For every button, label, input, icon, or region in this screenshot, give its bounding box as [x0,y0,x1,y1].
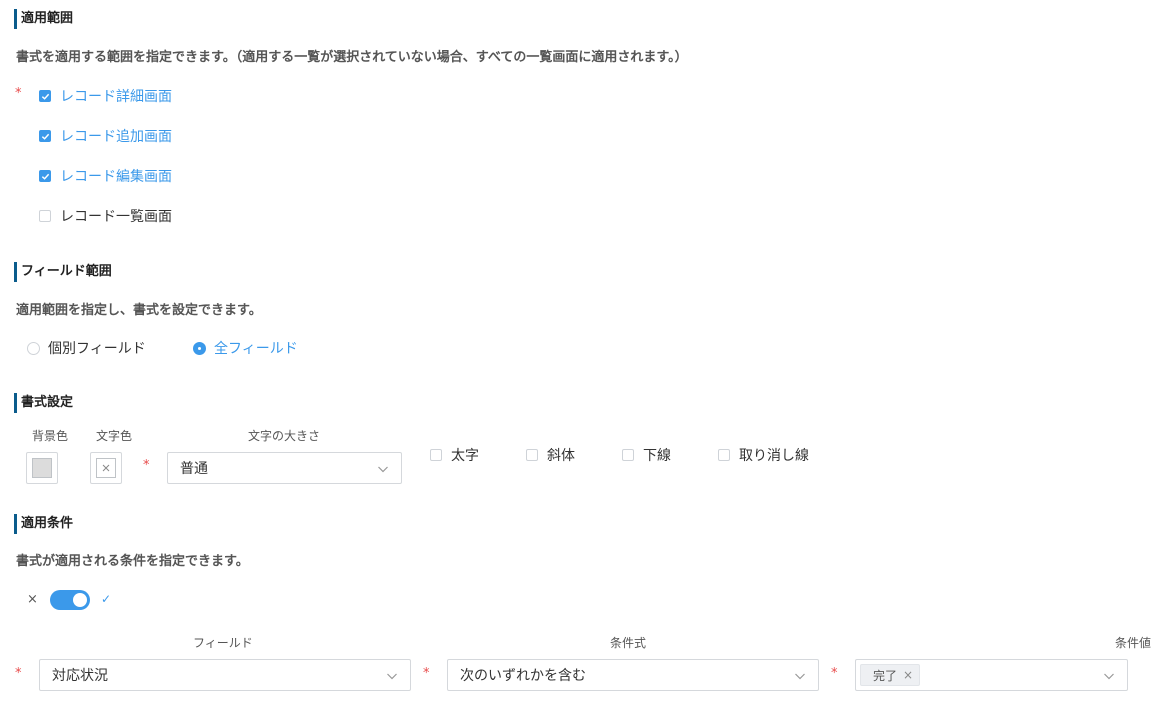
checkbox-unchecked-icon[interactable] [622,449,634,461]
chevron-down-icon [387,673,397,680]
checkbox-checked-icon[interactable] [39,130,51,142]
field-scope-title: フィールド範囲 [14,262,112,282]
checkbox-bold[interactable]: 太字 [430,445,479,465]
apply-scope-title: 適用範囲 [14,9,73,29]
chevron-down-icon [1104,673,1114,680]
toggle-on-icon: ✓ [101,592,112,606]
checkbox-unchecked-icon[interactable] [526,449,538,461]
required-mark: * [15,666,22,681]
checkbox-unchecked-icon[interactable] [39,210,51,222]
checkbox-label: 太字 [451,448,479,464]
checkbox-label: レコード詳細画面 [60,89,172,105]
tag-remove-icon[interactable]: × [903,668,913,682]
apply-scope-description: 書式を適用する範囲を指定できます。（適用する一覧が選択されていない場合、すべての… [16,50,688,65]
no-color-icon [96,458,116,478]
checkbox-italic[interactable]: 斜体 [526,445,575,465]
color-swatch [32,458,52,478]
radio-all-fields[interactable]: 全フィールド [193,338,298,358]
required-mark: * [15,86,22,101]
condition-value-select[interactable]: 完了 × [855,659,1128,691]
radio-individual-field[interactable]: 個別フィールド [27,338,146,358]
required-mark: * [423,666,430,681]
font-size-value: 普通 [180,461,208,477]
value-tag: 完了 × [860,664,921,686]
checkbox-checked-icon[interactable] [39,90,51,102]
font-size-label: 文字の大きさ [248,429,321,443]
checkbox-label: 取り消し線 [739,448,809,464]
field-scope-description: 適用範囲を指定し、書式を設定できます。 [16,303,262,318]
radio-label: 全フィールド [214,341,298,357]
background-color-label: 背景色 [32,429,69,443]
radio-unselected-icon[interactable] [27,341,40,355]
toggle-off-icon: × [27,592,38,607]
checkbox-strikethrough[interactable]: 取り消し線 [718,445,809,465]
background-color-picker[interactable] [26,452,58,484]
checkbox-record-edit[interactable]: レコード編集画面 [39,166,172,186]
radio-selected-icon[interactable] [193,341,206,355]
checkbox-unchecked-icon[interactable] [718,449,730,461]
font-size-select[interactable]: 普通 [167,452,402,484]
text-color-label: 文字色 [96,429,133,443]
value-column-label: 条件値 [1115,636,1152,650]
condition-expression-value: 次のいずれかを含む [460,668,586,684]
field-column-label: フィールド [193,636,253,650]
required-mark: * [831,666,838,681]
checkbox-label: レコード一覧画面 [60,209,172,225]
toggle-knob [73,593,87,607]
tag-label: 完了 [873,668,898,683]
checkbox-checked-icon[interactable] [39,170,51,182]
checkbox-record-detail[interactable]: レコード詳細画面 [39,86,172,106]
radio-label: 個別フィールド [48,341,146,357]
condition-field-value: 対応状況 [52,668,108,684]
format-title: 書式設定 [14,393,73,413]
condition-expression-select[interactable]: 次のいずれかを含む [447,659,819,691]
condition-title: 適用条件 [14,514,73,534]
chevron-down-icon [795,673,805,680]
condition-field-select[interactable]: 対応状況 [39,659,411,691]
checkbox-label: 下線 [643,448,671,464]
checkbox-record-add[interactable]: レコード追加画面 [39,126,172,146]
checkbox-label: 斜体 [547,448,575,464]
condition-description: 書式が適用される条件を指定できます。 [16,554,249,569]
chevron-down-icon [378,466,388,473]
text-color-picker[interactable] [90,452,122,484]
checkbox-underline[interactable]: 下線 [622,445,671,465]
checkbox-record-list[interactable]: レコード一覧画面 [39,206,172,226]
checkbox-unchecked-icon[interactable] [430,449,442,461]
checkbox-label: レコード編集画面 [60,169,172,185]
checkbox-label: レコード追加画面 [60,129,172,145]
condition-toggle[interactable] [50,590,90,610]
expression-column-label: 条件式 [610,636,647,650]
required-mark: * [143,458,150,473]
